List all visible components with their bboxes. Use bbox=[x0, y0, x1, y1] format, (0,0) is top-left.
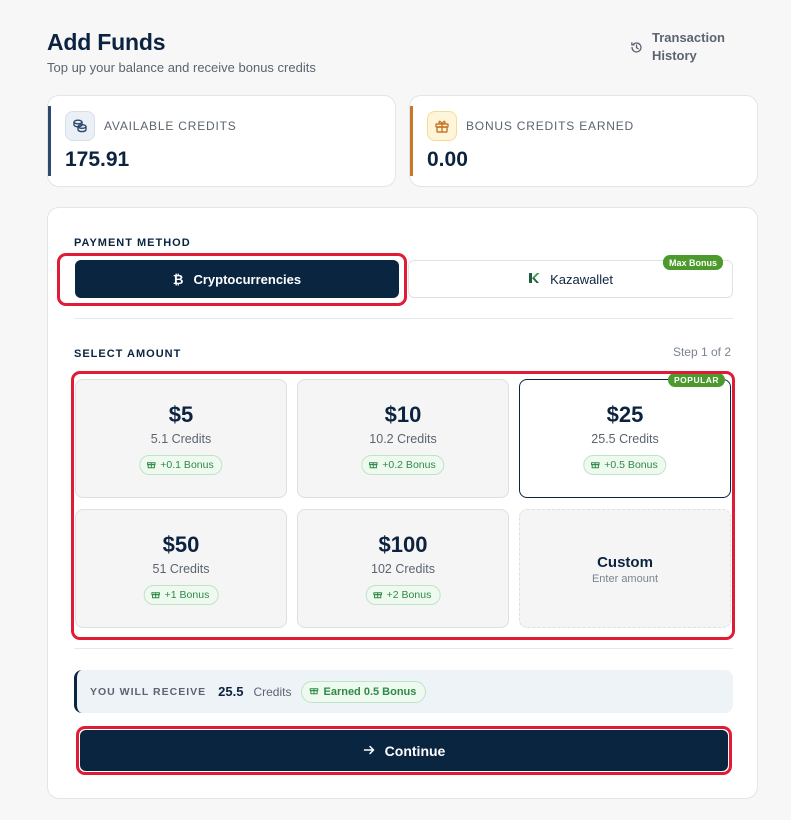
gift-icon bbox=[309, 685, 319, 698]
payment-method-crypto-button[interactable]: ₿ Cryptocurrencies bbox=[75, 260, 399, 298]
amount-option-50[interactable]: $50 51 Credits +1 Bonus bbox=[75, 509, 287, 628]
kazawallet-logo-icon bbox=[528, 272, 540, 287]
amount-price: $5 bbox=[168, 402, 194, 427]
max-bonus-badge: Max Bonus bbox=[663, 255, 724, 270]
gift-icon bbox=[146, 459, 156, 472]
card-accent-bar bbox=[410, 106, 413, 176]
bonus-text: +0.2 Bonus bbox=[382, 459, 436, 471]
gift-icon bbox=[427, 111, 457, 141]
bonus-credits-label: BONUS CREDITS EARNED bbox=[466, 119, 635, 133]
amount-option-5[interactable]: $5 5.1 Credits +0.1 Bonus bbox=[75, 379, 287, 498]
bonus-text: +2 Bonus bbox=[386, 589, 432, 601]
bonus-text: +1 Bonus bbox=[164, 589, 210, 601]
page-subtitle: Top up your balance and receive bonus cr… bbox=[47, 60, 316, 75]
gift-icon bbox=[590, 459, 600, 472]
step-indicator: Step 1 of 2 bbox=[672, 345, 731, 359]
receive-label: YOU WILL RECEIVE bbox=[90, 685, 207, 698]
history-icon bbox=[628, 39, 644, 55]
payment-method-label: PAYMENT METHOD bbox=[74, 237, 191, 249]
earned-bonus-badge: Earned 0.5 Bonus bbox=[301, 680, 427, 703]
bonus-badge: +2 Bonus bbox=[365, 585, 441, 605]
continue-label: Continue bbox=[384, 742, 446, 759]
select-amount-label: SELECT AMOUNT bbox=[74, 348, 182, 360]
bonus-badge: +1 Bonus bbox=[143, 585, 219, 605]
bonus-text: +0.1 Bonus bbox=[160, 459, 214, 471]
card-accent-bar bbox=[48, 106, 51, 176]
page-title: Add Funds bbox=[47, 29, 166, 55]
available-credits-label: AVAILABLE CREDITS bbox=[104, 119, 237, 133]
amount-credits: 25.5 Credits bbox=[591, 432, 659, 446]
transaction-history-link[interactable]: Transaction History bbox=[628, 29, 728, 65]
bonus-credits-card: BONUS CREDITS EARNED 0.00 bbox=[409, 95, 758, 187]
bonus-badge: +0.2 Bonus bbox=[361, 455, 445, 475]
amount-option-custom[interactable]: Custom Enter amount bbox=[519, 509, 731, 628]
earned-bonus-text: Earned 0.5 Bonus bbox=[323, 685, 417, 698]
amount-option-100[interactable]: $100 102 Credits +2 Bonus bbox=[297, 509, 509, 628]
bonus-text: +0.5 Bonus bbox=[604, 459, 658, 471]
custom-amount-title: Custom bbox=[597, 554, 653, 571]
divider bbox=[74, 318, 733, 319]
amount-price: $25 bbox=[606, 402, 644, 427]
add-funds-form-card: PAYMENT METHOD ₿ Cryptocurrencies Kazawa… bbox=[47, 207, 758, 799]
payment-method-kazawallet-label: Kazawallet bbox=[550, 271, 613, 287]
amount-price: $10 bbox=[384, 402, 422, 427]
receive-value: 25.5 bbox=[218, 684, 244, 699]
amount-option-10[interactable]: $10 10.2 Credits +0.2 Bonus bbox=[297, 379, 509, 498]
divider bbox=[74, 648, 733, 649]
available-credits-card: AVAILABLE CREDITS 175.91 bbox=[47, 95, 396, 187]
bitcoin-icon: ₿ bbox=[172, 271, 184, 287]
gift-icon bbox=[368, 459, 378, 472]
available-credits-value: 175.91 bbox=[65, 148, 130, 171]
coins-icon bbox=[65, 111, 95, 141]
popular-badge: POPULAR bbox=[668, 373, 726, 387]
bonus-badge: +0.1 Bonus bbox=[139, 455, 223, 475]
amount-credits: 102 Credits bbox=[371, 562, 435, 576]
bonus-credits-value: 0.00 bbox=[427, 148, 468, 171]
arrow-right-icon bbox=[363, 743, 375, 759]
continue-button[interactable]: Continue bbox=[80, 730, 728, 771]
amount-credits: 5.1 Credits bbox=[150, 432, 212, 446]
receive-unit: Credits bbox=[253, 684, 292, 699]
gift-icon bbox=[151, 589, 161, 602]
transaction-history-label: Transaction History bbox=[652, 30, 725, 63]
amount-credits: 51 Credits bbox=[152, 562, 210, 576]
amount-credits: 10.2 Credits bbox=[369, 432, 437, 446]
custom-amount-hint: Enter amount bbox=[591, 573, 659, 585]
payment-method-crypto-label: Cryptocurrencies bbox=[193, 271, 302, 287]
gift-icon bbox=[373, 589, 383, 602]
amount-option-25[interactable]: $25 25.5 Credits +0.5 Bonus bbox=[519, 379, 731, 498]
amount-price: $100 bbox=[378, 532, 428, 557]
bonus-badge: +0.5 Bonus bbox=[583, 455, 667, 475]
amount-price: $50 bbox=[162, 532, 200, 557]
receive-summary: YOU WILL RECEIVE 25.5 Credits Earned 0.5… bbox=[74, 670, 733, 713]
